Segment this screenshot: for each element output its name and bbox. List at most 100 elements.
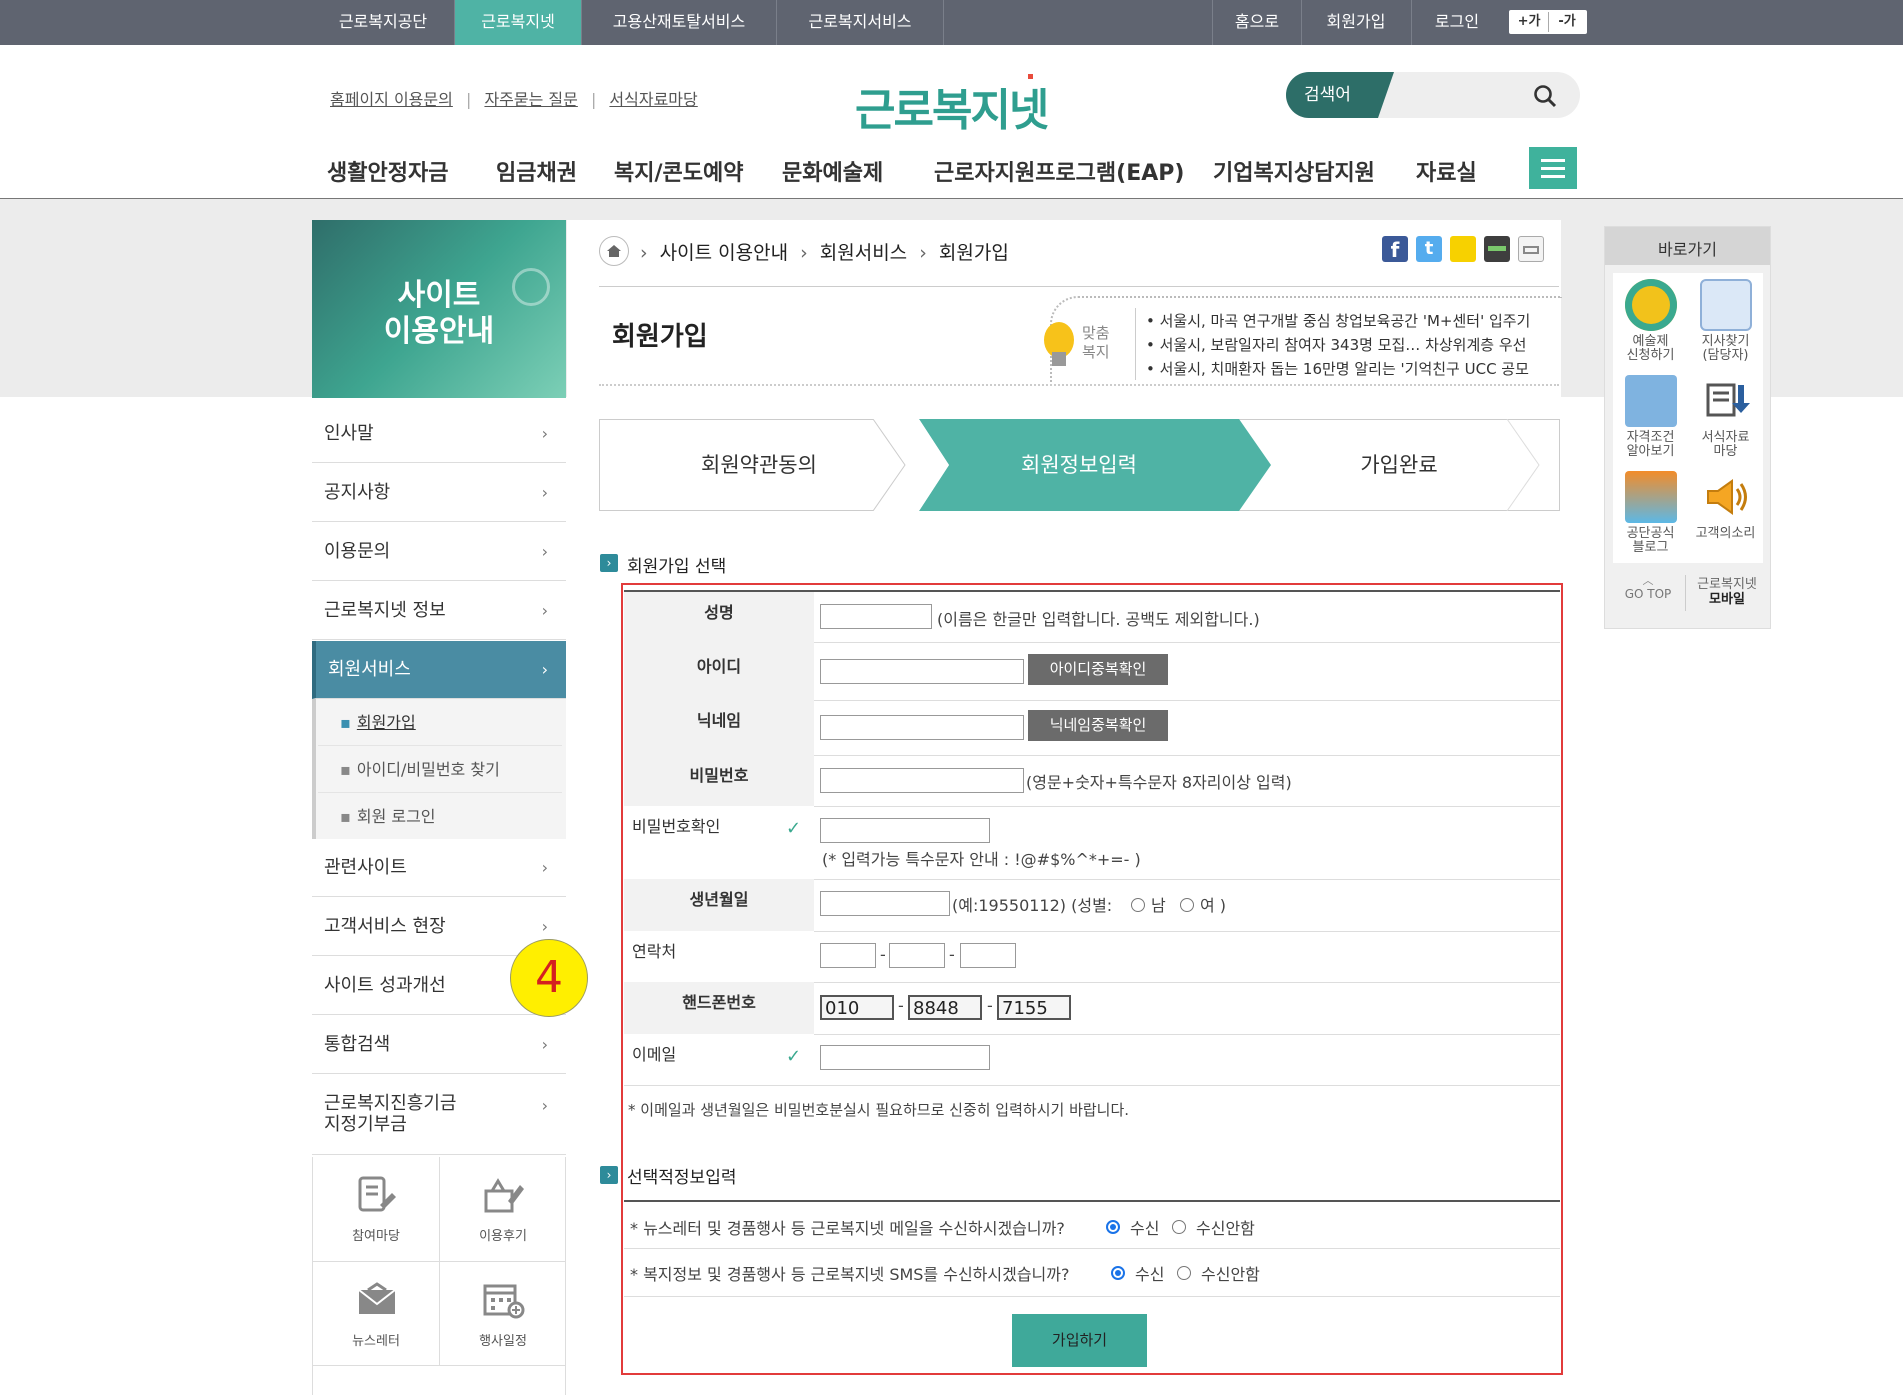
breadcrumb-item[interactable]: 회원서비스: [820, 242, 907, 264]
util-link-forms[interactable]: 서식자료마당: [609, 90, 697, 109]
site-link-kcomwel[interactable]: 근로복지공단: [312, 0, 455, 45]
password-input[interactable]: [820, 768, 1024, 793]
submit-signup-button[interactable]: 가입하기: [1012, 1314, 1147, 1367]
gnb-eap[interactable]: 근로자지원프로그램(EAP): [934, 155, 1184, 187]
sidebar-sub-login[interactable]: ▪ 회원 로그인: [318, 793, 562, 840]
gnb-archive[interactable]: 자료실: [1416, 155, 1477, 187]
site-link-welfare-net[interactable]: 근로복지넷: [455, 0, 582, 45]
review-link[interactable]: 이용후기: [440, 1157, 566, 1261]
home-icon[interactable]: [599, 236, 629, 266]
gnb-living-fund[interactable]: 생활안정자금: [327, 155, 448, 187]
sidebar-item-related[interactable]: 관련사이트 ›: [312, 839, 566, 897]
quick-blog[interactable]: 공단공식 블로그: [1613, 467, 1688, 563]
house-icon: [1625, 375, 1677, 427]
participation-link[interactable]: 참여마당: [313, 1157, 439, 1261]
kakaostory-icon[interactable]: [1450, 236, 1476, 262]
home-link[interactable]: 홈으로: [1212, 0, 1302, 45]
row-name: 성명 (이름은 한글만 입력합니다. 공백도 제외합니다.): [624, 592, 1560, 643]
nickname-check-button[interactable]: 닉네임중복확인: [1028, 710, 1168, 741]
chevron-right-icon: ›: [541, 542, 548, 561]
form-note: * 이메일과 생년월일은 비밀번호분실시 필요하므로 신중히 입력하시기 바랍니…: [628, 1101, 1130, 1119]
mobile-input-2[interactable]: 8848: [908, 995, 982, 1020]
label-password: 비밀번호: [624, 755, 814, 806]
search-icon[interactable]: [1532, 83, 1558, 109]
quick-art-apply[interactable]: 예술제 신청하기: [1613, 275, 1688, 367]
sms-consent-no-radio[interactable]: [1177, 1266, 1191, 1280]
sidebar-item-search[interactable]: 통합검색 ›: [312, 1016, 566, 1074]
sms-consent-yes-radio[interactable]: [1111, 1266, 1125, 1280]
site-link-total-service[interactable]: 고용산재토탈서비스: [582, 0, 777, 45]
band-icon[interactable]: [1484, 236, 1510, 262]
email-consent-no-label: 수신안함: [1196, 1219, 1255, 1238]
events-link[interactable]: 행사일정: [440, 1262, 566, 1366]
gender-male-radio[interactable]: [1131, 898, 1145, 912]
go-top-button[interactable]: ︿ GO TOP: [1613, 575, 1683, 619]
news-item[interactable]: • 서울시, 치매환자 돕는 16만명 알리는 '기억친구 UCC 공모: [1146, 357, 1530, 381]
mobile-input-1[interactable]: 010: [820, 995, 894, 1020]
nickname-input[interactable]: [820, 715, 1024, 740]
twitter-icon[interactable]: t: [1416, 236, 1442, 262]
sidebar-item-member-service[interactable]: 회원서비스 ›: [312, 641, 566, 699]
font-decrease-button[interactable]: -가: [1549, 12, 1585, 32]
sidebar-item-inquiry[interactable]: 이용문의 ›: [312, 523, 566, 581]
email-consent-yes-radio[interactable]: [1106, 1220, 1120, 1234]
newsletter-link[interactable]: 뉴스레터: [313, 1262, 439, 1366]
signup-link[interactable]: 회원가입: [1301, 0, 1412, 45]
mobile-site-link[interactable]: 근로복지넷 모바일: [1689, 577, 1765, 607]
bullet-icon: ▪: [340, 713, 351, 732]
id-check-button[interactable]: 아이디중복확인: [1028, 654, 1168, 685]
site-link-welfare-service[interactable]: 근로복지서비스: [777, 0, 944, 45]
sidebar-item-info[interactable]: 근로복지넷 정보 ›: [312, 582, 566, 640]
sidebar-item-greeting[interactable]: 인사말 ›: [312, 405, 566, 463]
email-consent-yes-label: 수신: [1130, 1219, 1160, 1238]
breadcrumb-item[interactable]: 사이트 이용안내: [660, 242, 788, 264]
step-info-input: 회원정보입력: [1021, 453, 1137, 477]
print-icon[interactable]: [1518, 236, 1544, 262]
sidebar-title-box: 사이트 이용안내: [312, 220, 566, 398]
gnb-culture[interactable]: 문화예술제: [782, 155, 883, 187]
facebook-icon[interactable]: f: [1382, 236, 1408, 262]
login-link[interactable]: 로그인: [1412, 0, 1502, 45]
phone-input-2[interactable]: [889, 943, 945, 968]
email-consent-no-radio[interactable]: [1172, 1220, 1186, 1234]
phone-input-3[interactable]: [960, 943, 1016, 968]
util-divider: |: [590, 90, 597, 109]
sidebar-sub-find-id[interactable]: ▪ 아이디/비밀번호 찾기: [318, 746, 562, 793]
gender-female-radio[interactable]: [1180, 898, 1194, 912]
quick-eligibility-label: 자격조건 알아보기: [1626, 430, 1675, 459]
gnb-wage-claim[interactable]: 임금채권: [496, 155, 577, 187]
sms-consent-no-label: 수신안함: [1201, 1265, 1260, 1284]
logo-accent-dot: [1028, 74, 1033, 79]
gnb-condo[interactable]: 복지/콘도예약: [614, 155, 743, 187]
menu-icon[interactable]: [1529, 147, 1577, 189]
sidebar-item-notice[interactable]: 공지사항 ›: [312, 464, 566, 522]
quick-branch-find[interactable]: 지사찾기 (담당자): [1688, 275, 1763, 367]
quick-eligibility[interactable]: 자격조건 알아보기: [1613, 371, 1688, 463]
email-input[interactable]: [820, 1045, 990, 1070]
custom-welfare-label-2: 복지: [1082, 343, 1110, 361]
name-input[interactable]: [820, 604, 932, 629]
id-input[interactable]: [820, 659, 1024, 684]
chevron-right-icon: ›: [541, 660, 548, 679]
birth-input[interactable]: [820, 891, 950, 916]
font-increase-button[interactable]: +가: [1511, 12, 1547, 32]
search-label-tip: [1378, 72, 1394, 118]
password-confirm-input[interactable]: [820, 818, 990, 843]
quick-forms[interactable]: 서식자료 마당: [1688, 371, 1763, 463]
sidebar-item-fund[interactable]: 근로복지진흥기금 지정기부금 ›: [312, 1075, 566, 1155]
quick-voice[interactable]: 고객의소리: [1688, 467, 1763, 563]
mobile-input-3[interactable]: 7155: [997, 995, 1071, 1020]
news-item[interactable]: • 서울시, 보람일자리 참여자 343명 모집… 차상위계층 우선: [1146, 333, 1530, 357]
gnb-corp-welfare[interactable]: 기업복지상담지원: [1213, 155, 1375, 187]
sidebar-sub-signup[interactable]: ▪ 회원가입: [318, 699, 562, 746]
bullet-icon: ▪: [340, 807, 351, 826]
search-input[interactable]: [1401, 80, 1541, 110]
news-item[interactable]: • 서울시, 마곡 연구개발 중심 창업보육공간 'M+센터' 입주기: [1146, 309, 1530, 333]
sidebar-item-label: 인사말: [324, 423, 374, 444]
util-link-inquiry[interactable]: 홈페이지 이용문의: [330, 90, 453, 109]
site-logo[interactable]: 근로복지넷: [855, 74, 1049, 138]
phone-input-1[interactable]: [820, 943, 876, 968]
util-link-faq[interactable]: 자주묻는 질문: [484, 90, 577, 109]
title-top-divider: [599, 286, 1559, 287]
row-password-confirm: 비밀번호확인 ✓ (* 입력가능 특수문자 안내 : !@#$%^*+=- ): [624, 806, 1560, 880]
